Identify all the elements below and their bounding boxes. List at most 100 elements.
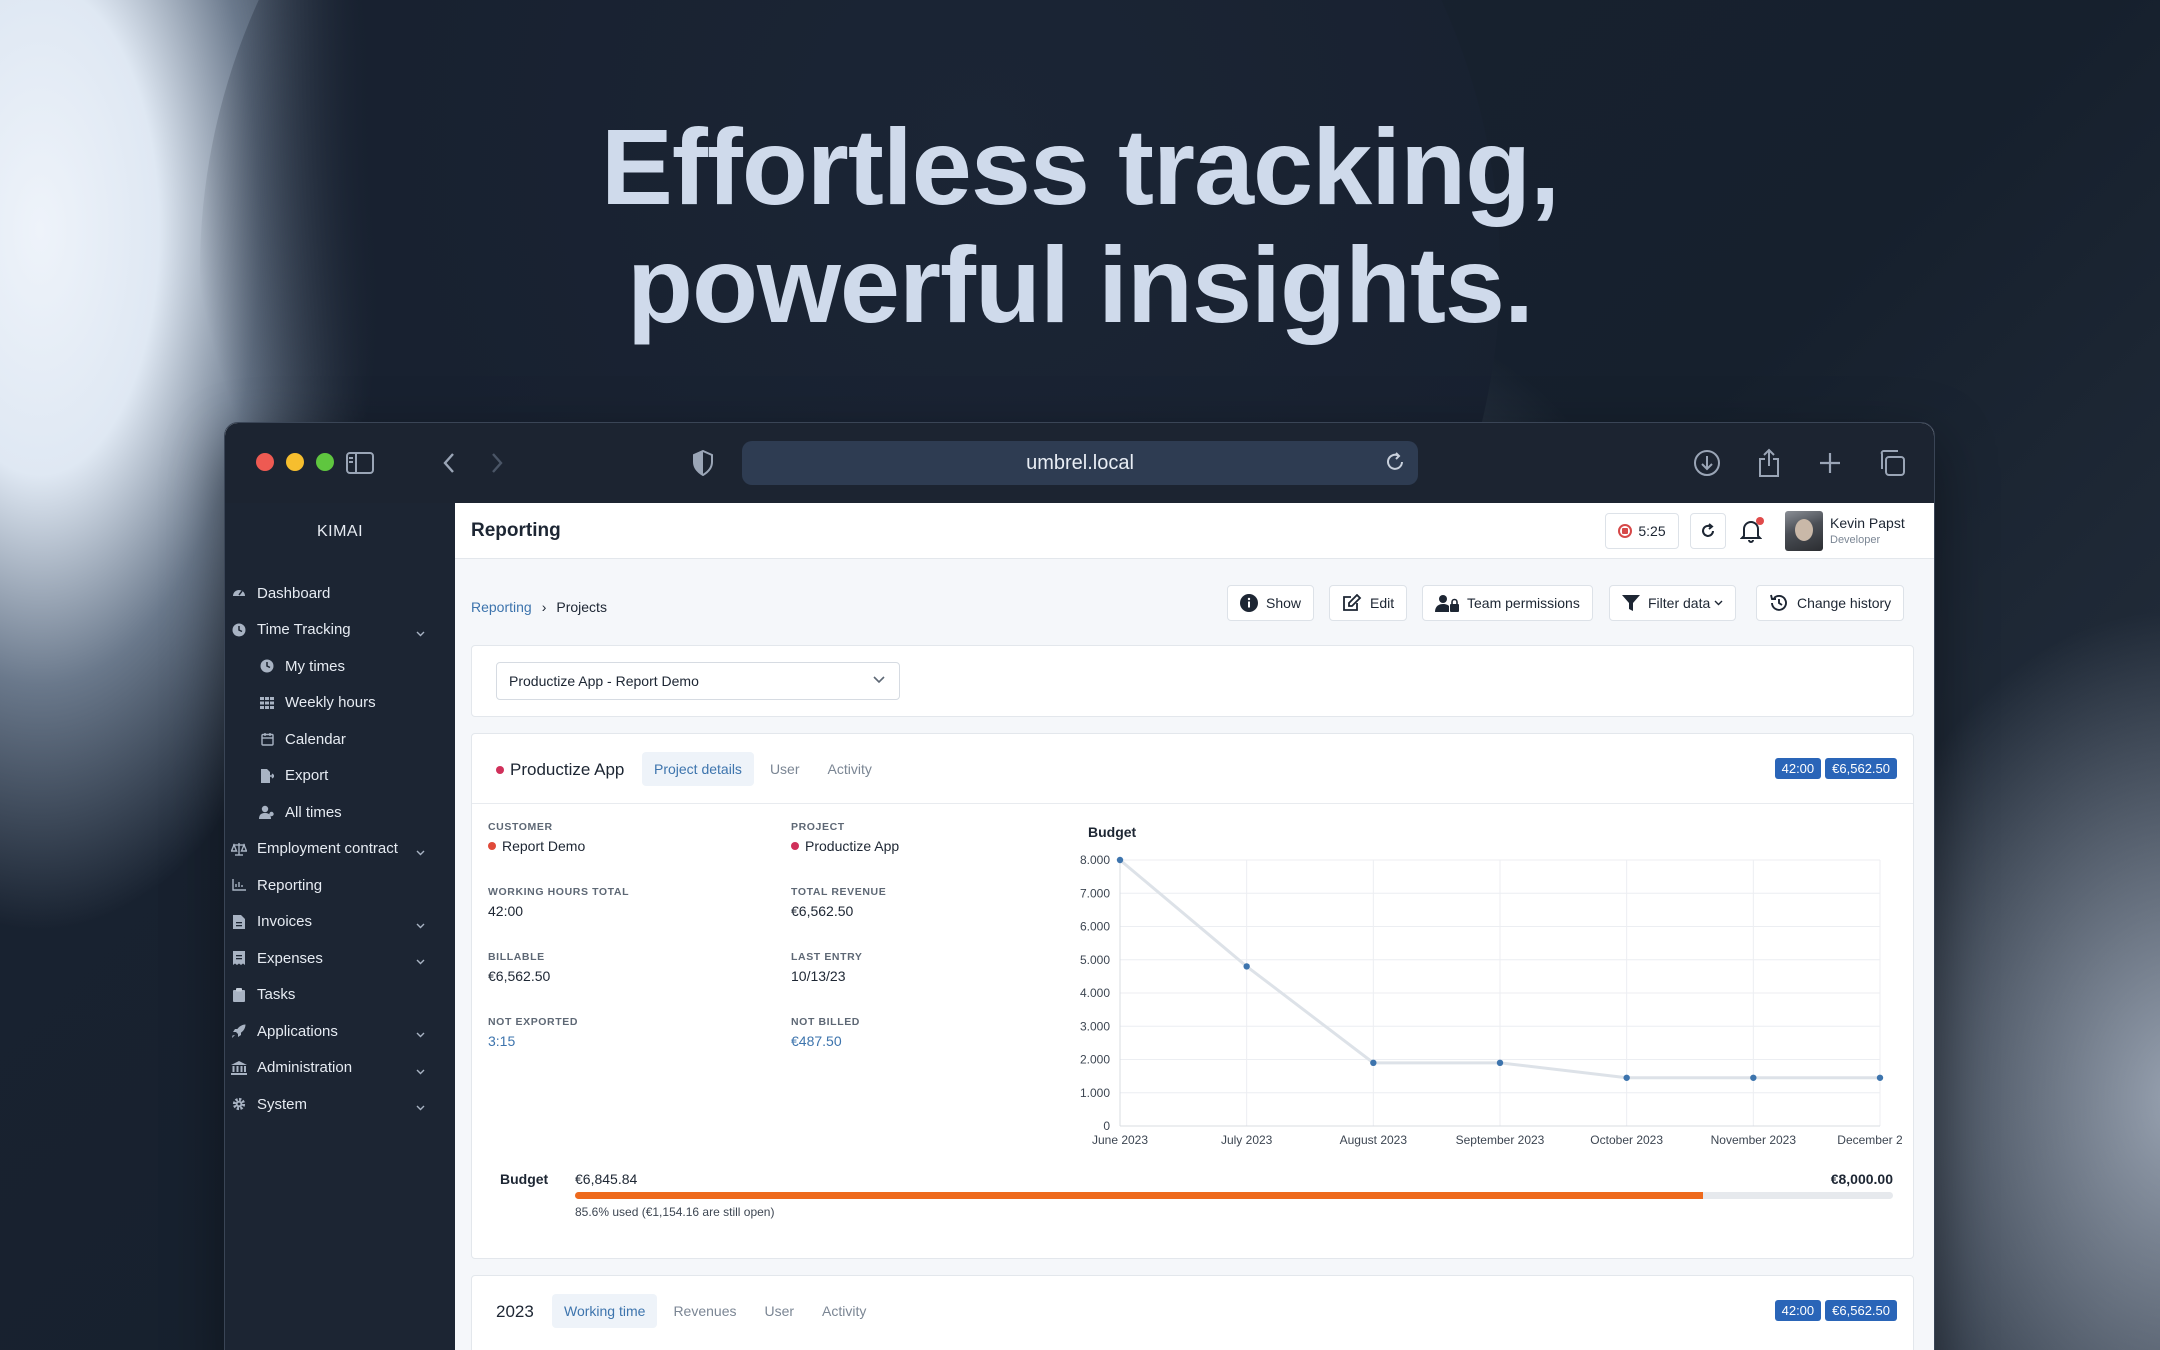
sidebar-item-expenses[interactable]: Expenses (225, 940, 455, 977)
share-icon[interactable] (1753, 447, 1785, 479)
sidebar-item-weekly-hours[interactable]: Weekly hours (225, 685, 455, 722)
year-totals: 42:00 €6,562.50 (1774, 1300, 1897, 1321)
x-tick-label: September 2023 (1456, 1133, 1545, 1147)
topbar: Reporting 5:25 Kevin Papst Developer (455, 503, 1934, 559)
project-name: Productize App (510, 760, 625, 779)
filter-data-label: Filter data (1648, 595, 1711, 611)
close-window-button[interactable] (256, 453, 274, 471)
headline-line-2: powerful insights. (626, 224, 1534, 345)
sidebar-item-label: System (257, 1095, 308, 1113)
sidebar-item-applications[interactable]: Applications (225, 1013, 455, 1050)
shield-icon[interactable] (687, 447, 719, 479)
customer-color-dot (488, 842, 496, 850)
last-entry-label: LAST ENTRY (791, 951, 863, 963)
not-exported-label: NOT EXPORTED (488, 1016, 579, 1028)
reload-icon[interactable] (1384, 451, 1406, 479)
chevron-down-icon (416, 916, 425, 933)
customer-label: CUSTOMER (488, 821, 553, 833)
tabs-overview-icon[interactable] (1876, 447, 1908, 479)
y-tick-label: 6.000 (1080, 920, 1110, 934)
restart-button[interactable] (1690, 513, 1726, 549)
y-tick-label: 1.000 (1080, 1086, 1110, 1100)
chevron-down-icon (1714, 600, 1723, 606)
not-billed-link[interactable]: €487.50 (791, 1033, 842, 1049)
forward-icon[interactable] (481, 447, 513, 479)
sidebar-toggle-icon[interactable] (344, 447, 376, 479)
project-select[interactable]: Productize App - Report Demo (496, 662, 900, 700)
show-button[interactable]: Show (1227, 585, 1315, 621)
brand-logo[interactable]: KIMAI (225, 503, 455, 561)
customer-name: Report Demo (502, 838, 586, 854)
admin-icon (231, 1060, 247, 1076)
minimize-window-button[interactable] (286, 453, 304, 471)
not-exported-link[interactable]: 3:15 (488, 1033, 515, 1049)
user-name[interactable]: Kevin Papst (1830, 515, 1905, 531)
sidebar-item-administration[interactable]: Administration (225, 1050, 455, 1087)
year-hours-badge: 42:00 (1774, 1300, 1822, 1321)
scale-icon (231, 841, 247, 857)
y-tick-label: 5.000 (1080, 953, 1110, 967)
sidebar-item-employment-contract[interactable]: Employment contract (225, 831, 455, 868)
tab-activity[interactable]: Activity (816, 752, 884, 786)
breadcrumb: Reporting › Projects (471, 599, 607, 615)
sidebar-item-label: Applications (257, 1022, 338, 1040)
sidebar-item-invoices[interactable]: Invoices (225, 904, 455, 941)
x-tick-label: June 2023 (1092, 1133, 1148, 1147)
sidebar-item-export[interactable]: Export (225, 758, 455, 795)
avatar[interactable] (1785, 511, 1823, 551)
tab-working-time[interactable]: Working time (552, 1294, 658, 1328)
project-card-header: Productize App Project details User Acti… (472, 734, 1913, 804)
project-totals: 42:00 €6,562.50 (1774, 758, 1897, 779)
tab-year-user[interactable]: User (752, 1294, 806, 1328)
revenue-badge: €6,562.50 (1825, 758, 1897, 779)
working-hours-value: 42:00 (488, 903, 524, 919)
sidebar-item-dashboard[interactable]: Dashboard (225, 575, 455, 612)
sidebar-item-label: Tasks (257, 986, 296, 1004)
chevron-down-icon (416, 1062, 425, 1079)
sidebar-nav: Dashboard Time Tracking My times Weekly hou… (225, 575, 455, 1123)
notification-badge (1756, 517, 1764, 525)
sidebar-item-tasks[interactable]: Tasks (225, 977, 455, 1014)
project-label: PROJECT (791, 821, 845, 833)
filter-data-button[interactable]: Filter data (1609, 585, 1737, 621)
export-icon (259, 768, 275, 784)
sidebar-item-label: Export (285, 767, 329, 785)
clock-icon (259, 658, 275, 674)
change-history-button[interactable]: Change history (1756, 585, 1905, 621)
address-bar[interactable]: umbrel.local (742, 441, 1418, 485)
new-tab-icon[interactable] (1814, 447, 1846, 479)
sidebar-item-reporting[interactable]: Reporting (225, 867, 455, 904)
sidebar-item-calendar[interactable]: Calendar (225, 721, 455, 758)
customer-value: Report Demo (488, 838, 585, 854)
sidebar-item-time-tracking[interactable]: Time Tracking (225, 612, 455, 649)
info-icon (1240, 594, 1258, 612)
sidebar-item-all-times[interactable]: All times (225, 794, 455, 831)
project-details-card: Productize App Project details User Acti… (471, 733, 1914, 1259)
sidebar-item-system[interactable]: System (225, 1086, 455, 1123)
sidebar-item-my-times[interactable]: My times (225, 648, 455, 685)
sidebar-item-label: Invoices (257, 913, 313, 931)
sidebar-item-label: Time Tracking (257, 621, 351, 639)
download-icon[interactable] (1691, 447, 1723, 479)
tab-revenues[interactable]: Revenues (661, 1294, 748, 1328)
project-select-value: Productize App - Report Demo (509, 673, 699, 689)
tab-year-activity[interactable]: Activity (810, 1294, 878, 1328)
project-value-name: Productize App (805, 838, 900, 854)
sidebar-item-label: Expenses (257, 949, 323, 967)
maximize-window-button[interactable] (316, 453, 334, 471)
history-icon (1770, 594, 1787, 611)
project-color-dot (496, 766, 504, 774)
budget-note: 85.6% used (€1,154.16 are still open) (575, 1205, 775, 1219)
active-timer-button[interactable]: 5:25 (1605, 513, 1679, 549)
notifications-button[interactable] (1739, 517, 1764, 543)
tab-user[interactable]: User (758, 752, 812, 786)
year-revenue-badge: €6,562.50 (1825, 1300, 1897, 1321)
gear-icon (231, 1096, 247, 1112)
back-icon[interactable] (433, 447, 465, 479)
breadcrumb-reporting-link[interactable]: Reporting (471, 599, 532, 615)
edit-button[interactable]: Edit (1329, 585, 1408, 621)
clipboard-icon (231, 987, 247, 1003)
sidebar: KIMAI Dashboard Time Tracking My times Week… (225, 503, 455, 1350)
tab-project-details[interactable]: Project details (642, 752, 754, 786)
team-permissions-button[interactable]: Team permissions (1422, 585, 1593, 621)
